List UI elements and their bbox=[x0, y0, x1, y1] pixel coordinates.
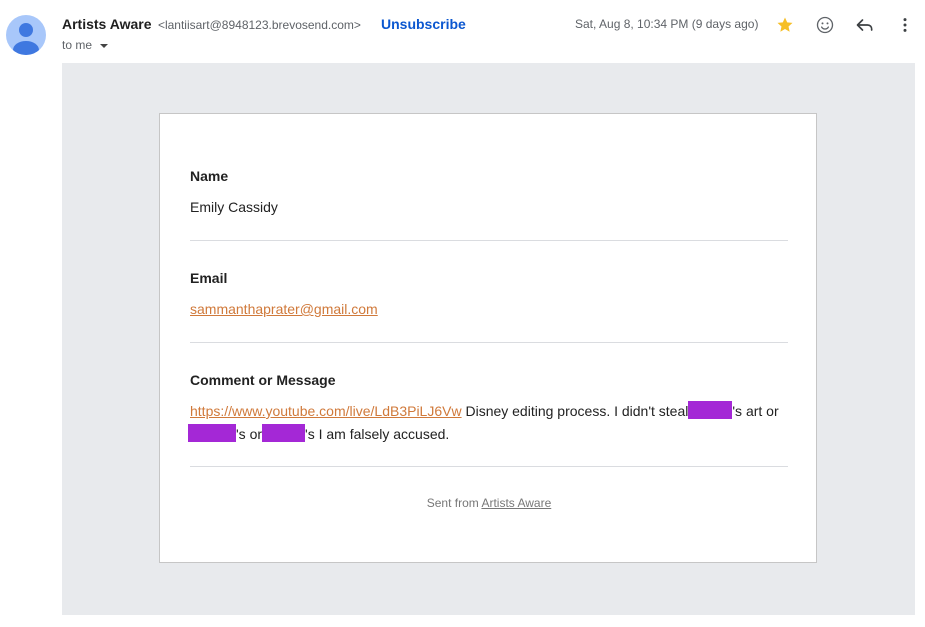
redaction-block bbox=[188, 424, 236, 442]
sender-line: Artists Aware <lantiisart@8948123.brevos… bbox=[62, 16, 361, 34]
sender-name[interactable]: Artists Aware bbox=[62, 16, 151, 32]
recipient-details-toggle[interactable]: to me bbox=[62, 38, 109, 52]
email-label: Email bbox=[190, 270, 228, 286]
name-label: Name bbox=[190, 168, 229, 184]
sender-avatar[interactable] bbox=[6, 15, 46, 55]
emoji-icon bbox=[816, 16, 834, 34]
email-header: Artists Aware <lantiisart@8948123.brevos… bbox=[0, 0, 925, 62]
star-button[interactable] bbox=[774, 14, 796, 36]
email-value-row: sammanthaprater@gmail.com bbox=[190, 298, 788, 321]
comment-text: 's art or bbox=[732, 403, 779, 419]
reply-icon bbox=[856, 19, 873, 31]
reply-button[interactable] bbox=[854, 14, 876, 36]
unsubscribe-link[interactable]: Unsubscribe bbox=[381, 16, 466, 32]
name-field: Name Emily Cassidy bbox=[190, 168, 788, 219]
footer-prefix: Sent from bbox=[426, 496, 482, 510]
comment-text: 's or bbox=[236, 426, 263, 442]
email-body-background: Name Emily Cassidy Email sammanthaprater… bbox=[62, 63, 915, 615]
sender-email: <lantiisart@8948123.brevosend.com> bbox=[157, 18, 361, 32]
more-vert-icon bbox=[903, 18, 907, 32]
email-link[interactable]: sammanthaprater@gmail.com bbox=[190, 301, 378, 317]
comment-field: Comment or Message https://www.youtube.c… bbox=[188, 372, 788, 446]
add-reaction-button[interactable] bbox=[814, 14, 836, 36]
person-icon bbox=[13, 23, 39, 55]
comment-text: 's I am falsely accused. bbox=[305, 426, 450, 442]
youtube-link[interactable]: https://www.youtube.com/live/LdB3PiLJ6Vw bbox=[190, 403, 462, 419]
more-options-button[interactable] bbox=[894, 14, 916, 36]
artists-aware-link[interactable]: Artists Aware bbox=[481, 496, 551, 510]
comment-value: https://www.youtube.com/live/LdB3PiLJ6Vw… bbox=[188, 400, 788, 446]
name-value: Emily Cassidy bbox=[190, 199, 278, 215]
recipient-label: to me bbox=[62, 38, 93, 52]
comment-label: Comment or Message bbox=[190, 372, 336, 388]
email-field: Email sammanthaprater@gmail.com bbox=[190, 270, 788, 321]
redaction-block bbox=[688, 401, 733, 419]
redaction-block bbox=[262, 424, 306, 442]
divider bbox=[190, 240, 788, 241]
star-icon bbox=[777, 17, 793, 32]
sent-from-footer: Sent from Artists Aware bbox=[160, 496, 818, 510]
message-card: Name Emily Cassidy Email sammanthaprater… bbox=[159, 113, 817, 563]
email-date: Sat, Aug 8, 10:34 PM (9 days ago) bbox=[575, 17, 759, 31]
divider bbox=[190, 342, 788, 343]
comment-text: Disney editing process. I didn't steal bbox=[461, 403, 689, 419]
chevron-down-icon bbox=[100, 43, 109, 48]
divider bbox=[190, 466, 788, 467]
